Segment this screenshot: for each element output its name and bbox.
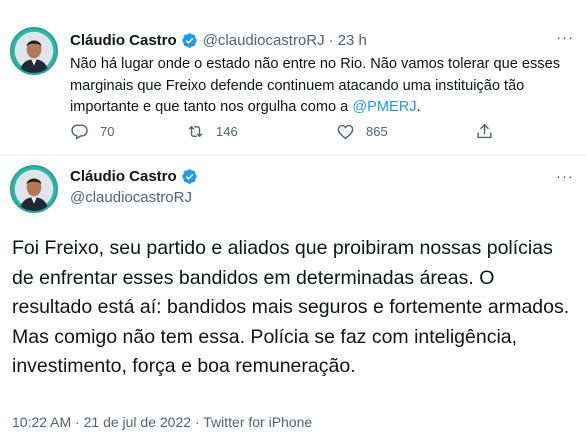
like-icon <box>337 124 354 139</box>
tweet-header: Cláudio Castro @claudiocastroRJ · 23 h <box>70 32 367 49</box>
avatar-photo <box>12 167 56 211</box>
mention-link[interactable]: @PMERJ <box>352 99 416 115</box>
tweet-time[interactable]: 10:22 AM <box>12 414 71 430</box>
author-handle[interactable]: @claudiocastroRJ <box>70 189 203 206</box>
author-name-row: Cláudio Castro <box>70 168 203 185</box>
tweet-actions: 70 146 865 <box>70 122 530 144</box>
author-handle[interactable]: @claudiocastroRJ <box>203 32 325 49</box>
more-icon[interactable]: ··· <box>556 168 574 185</box>
retweet-button[interactable]: 146 <box>186 122 238 141</box>
separator: · <box>75 414 80 430</box>
tweet-source[interactable]: Twitter for iPhone <box>203 414 312 430</box>
avatar[interactable] <box>10 165 58 213</box>
separator: · <box>328 32 334 49</box>
author-name[interactable]: Cláudio Castro <box>70 32 177 49</box>
reply-button[interactable]: 70 <box>70 122 114 141</box>
tweet-text: Foi Freixo, seu partido e aliados que pr… <box>12 237 570 377</box>
tweet-meta: 10:22 AM · 21 de jul de 2022 · Twitter f… <box>12 414 312 430</box>
tweet-text: Não há lugar onde o estado não entre no … <box>70 54 570 119</box>
more-icon[interactable]: ··· <box>556 29 574 46</box>
like-count: 865 <box>366 124 388 139</box>
avatar[interactable] <box>10 27 58 75</box>
share-button[interactable] <box>475 122 505 141</box>
tweet-text-end: . <box>416 99 421 115</box>
retweet-count: 146 <box>216 124 238 139</box>
verified-badge-icon <box>181 168 198 185</box>
avatar-photo <box>12 29 56 73</box>
tweet-text-main: Não há lugar onde o estado não entre no … <box>70 56 561 115</box>
tweet-time[interactable]: 23 h <box>338 32 367 49</box>
tweet-date[interactable]: 21 de jul de 2022 <box>84 414 191 430</box>
reply-count: 70 <box>100 124 115 139</box>
share-icon <box>477 124 492 139</box>
verified-badge-icon <box>181 32 198 49</box>
parent-tweet[interactable]: Cláudio Castro @claudiocastroRJ · 23 h ·… <box>0 0 586 156</box>
retweet-icon <box>188 126 203 137</box>
reply-icon <box>71 124 88 140</box>
author-name[interactable]: Cláudio Castro <box>70 168 177 185</box>
like-button[interactable]: 865 <box>336 122 388 141</box>
separator: · <box>194 414 200 430</box>
tweet-header: Cláudio Castro @claudiocastroRJ <box>70 168 203 206</box>
